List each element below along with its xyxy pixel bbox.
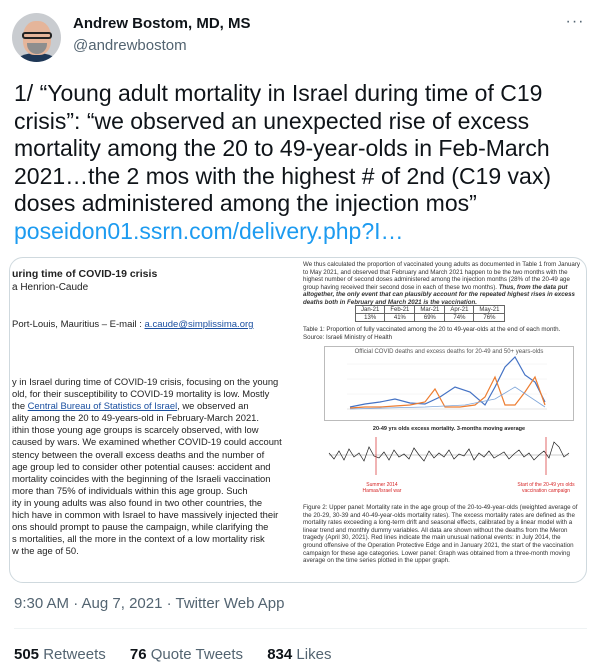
vaccination-table: Jan-21 Feb-21 Mar-21 Apr-21 May-21 13% 4…	[354, 305, 506, 322]
likes-count: 834	[267, 646, 293, 663]
quote-tweets-stat[interactable]: 76 Quote Tweets	[130, 646, 243, 663]
paper-right-page: We thus calculated the proportion of vac…	[299, 258, 586, 582]
paper-title: uring time of COVID-19 crisis	[12, 268, 158, 280]
abstract-line: old, for their susceptibility to COVID-1…	[12, 388, 270, 400]
paper-intro-text: We thus calculated the proportion of vac…	[303, 261, 581, 306]
tweet-body: 1/ “Young adult mortality in Israel duri…	[14, 80, 551, 216]
tweet-timestamp[interactable]: 9:30 AM · Aug 7, 2021 · Twitter Web App	[14, 595, 284, 612]
tweet-link[interactable]: poseidon01.ssrn.com/delivery.php?I…	[14, 218, 404, 244]
paper-left-page: uring time of COVID-19 crisis a Henrion-…	[10, 258, 294, 582]
abstract-line: age group led to consider other potentia…	[12, 460, 271, 472]
paper-abstract: y in Israel during time of COVID-19 cris…	[12, 376, 290, 557]
tweet-media-image[interactable]: uring time of COVID-19 crisis a Henrion-…	[9, 257, 587, 583]
engagement-stats: 505 Retweets 76 Quote Tweets 834 Likes	[14, 646, 351, 663]
abstract-line: ithin those young age groups is scarcely…	[12, 424, 259, 436]
abstract-line: ons should prompt to pause the campaign,…	[12, 521, 269, 533]
table-cell: 74%	[444, 313, 475, 322]
affiliation-text: Port-Louis, Mauritius – E-mail :	[12, 319, 145, 330]
paper-affiliation: Port-Louis, Mauritius – E-mail : a.caude…	[12, 319, 253, 330]
table-header-cell: Feb-21	[384, 305, 416, 314]
quotes-label: Quote Tweets	[150, 646, 244, 663]
series-line-light-blue	[349, 386, 546, 410]
quotes-count: 76	[129, 646, 147, 663]
abstract-line: more than 75% of individuals within this…	[12, 484, 248, 496]
figure-caption: Figure 2: Upper panel: Mortality rate in…	[303, 504, 578, 565]
retweets-count: 505	[14, 646, 40, 663]
deaths-chart: Official COVID deaths and excess deaths …	[324, 346, 574, 421]
abstract-line: s mortalities, all the more in the conte…	[12, 533, 265, 545]
table-header-cell: May-21	[473, 305, 506, 314]
abstract-line: mortality coincides with the beginning o…	[12, 472, 271, 484]
deaths-chart-title: Official COVID deaths and excess deaths …	[354, 349, 544, 355]
table-cell: 76%	[473, 313, 506, 322]
abstract-text: , we observed an	[177, 400, 249, 412]
cbs-link: Central Bureau of Statistics of Israel	[27, 400, 178, 412]
table-header-cell: Mar-21	[414, 305, 446, 314]
table-cell: 41%	[384, 313, 416, 322]
paper-email: a.caude@simplissima.org	[144, 319, 254, 330]
abstract-line: stency between the overall excess deaths…	[12, 448, 265, 460]
author-name[interactable]: Andrew Bostom, MD, MS	[73, 15, 251, 32]
deaths-chart-svg	[347, 356, 547, 410]
table-cell: 13%	[354, 313, 386, 322]
table-row: 13% 41% 69% 74% 76%	[354, 313, 506, 322]
table-cell: 69%	[414, 313, 446, 322]
divider	[14, 628, 587, 629]
retweets-label: Retweets	[43, 646, 106, 663]
table-header-cell: Apr-21	[444, 305, 475, 314]
abstract-line: ality among the 20 to 49-years-old in Fe…	[12, 412, 260, 424]
abstract-line: hich have in common with Israel to have …	[12, 509, 279, 521]
more-options-icon[interactable]: ···	[563, 10, 587, 34]
abstract-text: the	[12, 400, 28, 412]
abstract-line: the Central Bureau of Statistics of Isra…	[12, 400, 290, 412]
avatar-glasses	[22, 32, 52, 39]
abstract-line: ity in young adults was also found in tw…	[12, 496, 263, 508]
excess-mortality-line	[328, 441, 570, 462]
paper-author: a Henrion-Caude	[12, 282, 89, 293]
vaccination-annotation: Start of the 20-49 yrs olds vaccination …	[517, 482, 575, 494]
table-caption: Table 1: Proportion of fully vaccinated …	[303, 326, 561, 341]
tweet-text: 1/ “Young adult mortality in Israel duri…	[14, 80, 589, 245]
table-header-cell: Jan-21	[354, 305, 386, 314]
author-handle[interactable]: @andrewbostom	[73, 37, 187, 54]
retweets-stat[interactable]: 505 Retweets	[14, 646, 106, 663]
likes-label: Likes	[296, 646, 332, 663]
excess-mortality-chart-title: 20-49 yrs olds excess mortality. 3-month…	[372, 426, 526, 432]
table-header-row: Jan-21 Feb-21 Mar-21 Apr-21 May-21	[354, 305, 506, 314]
avatar[interactable]	[12, 13, 61, 62]
excess-mortality-chart	[328, 437, 570, 475]
likes-stat[interactable]: 834 Likes	[267, 646, 331, 663]
abstract-line: w the age of 50.	[12, 545, 79, 557]
abstract-line: caused by wars. We examined whether COVI…	[12, 436, 282, 448]
war-annotation: Summer 2014 Hamas/Israel war	[362, 482, 402, 494]
abstract-line: y in Israel during time of COVID-19 cris…	[12, 376, 279, 387]
series-line-blue	[349, 356, 546, 408]
